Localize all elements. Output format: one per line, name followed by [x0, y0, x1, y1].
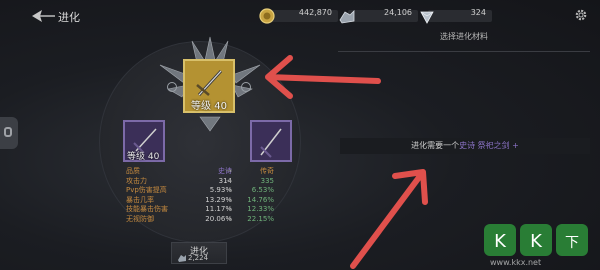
left-socket-icon — [167, 82, 177, 92]
side-drawer-tab[interactable] — [0, 117, 18, 149]
back-arrow-icon[interactable] — [30, 8, 56, 24]
stat-arrow: → — [226, 176, 232, 185]
ore-icon — [178, 255, 186, 262]
current-item-card[interactable]: 等级 40 — [123, 120, 165, 162]
stat-name: 攻击力 — [126, 176, 147, 185]
stat-row: 无视防御 20.06% → 22.15% — [126, 215, 276, 225]
material-panel-header: 选择进化材料 — [440, 32, 488, 41]
evolve-button[interactable]: 进化 2,224 — [171, 242, 227, 264]
stat-name: 无视防御 — [126, 214, 154, 223]
main-item-level: 等级 40 — [191, 101, 227, 112]
crystal-icon — [420, 11, 434, 24]
stat-name: Pvp伤害提高 — [126, 186, 167, 195]
crystal-resource: 324 — [418, 7, 492, 25]
page-title: 进化 — [58, 11, 80, 24]
requirement-text: 进化需要一个史诗 祭祀之剑 + — [340, 138, 590, 154]
result-item-card — [250, 120, 292, 162]
stat-next: 6.53% — [251, 186, 274, 195]
red-arrow-annotation — [350, 169, 428, 269]
next-quality: 传奇 — [260, 167, 274, 175]
stat-name: 暴击几率 — [126, 195, 154, 204]
ore-resource: 24,106 — [338, 7, 418, 25]
stat-next: 22.15% — [247, 214, 274, 223]
watermark-url: www.kkx.net — [490, 258, 542, 267]
svg-text:K: K — [494, 231, 507, 252]
stat-arrow: → — [226, 195, 232, 204]
red-arrow-annotation — [265, 55, 381, 99]
right-socket-icon — [241, 82, 251, 92]
evolve-cost: 2,224 — [188, 254, 209, 262]
svg-text:下: 下 — [565, 235, 579, 251]
ore-value: 24,106 — [384, 8, 412, 17]
ore-icon — [339, 10, 355, 24]
stat-row: Pvp伤害提高 5.93% → 6.53% — [126, 186, 276, 196]
stats-table: 品质 史诗 → 传奇 攻击力 314 → 335 Pvp伤害提高 5.93% →… — [126, 167, 276, 225]
required-item-link[interactable]: 史诗 祭祀之剑 + — [459, 141, 519, 150]
stat-row: 技能暴击伤害 11.17% → 12.33% — [126, 205, 276, 215]
sword-icon — [196, 69, 223, 97]
quality-arrow: → — [226, 167, 232, 175]
requirement-prefix: 进化需要一个 — [411, 141, 460, 150]
stat-next: 14.76% — [247, 195, 274, 204]
gear-icon[interactable] — [574, 8, 588, 22]
stat-arrow: → — [226, 186, 232, 195]
stat-row: 暴击几率 13.29% → 14.76% — [126, 196, 276, 206]
stat-row: 攻击力 314 → 335 — [126, 177, 276, 187]
svg-text:K: K — [530, 231, 543, 252]
gold-resource: 442,870 — [258, 7, 338, 25]
evolution-screen: 进化 442,870 24,106 324 选择进化材料 进化需要一个史诗 祭祀… — [0, 0, 600, 270]
current-item-level: 等级 40 — [127, 152, 160, 162]
stat-arrow: → — [226, 205, 232, 214]
stat-next: 12.33% — [247, 205, 274, 214]
material-panel: 选择进化材料 — [338, 27, 590, 52]
gold-value: 442,870 — [298, 8, 332, 17]
sword-icon — [260, 128, 282, 158]
crystal-value: 324 — [470, 8, 486, 17]
main-item-card[interactable]: 等级 40 — [183, 59, 235, 113]
quality-label: 品质 — [126, 167, 140, 175]
gold-coin-icon — [259, 8, 275, 24]
stat-next: 335 — [260, 176, 274, 185]
stat-arrow: → — [226, 214, 232, 223]
quality-row: 品质 史诗 → 传奇 — [126, 167, 276, 177]
stat-name: 技能暴击伤害 — [126, 205, 168, 214]
drawer-icon — [4, 127, 12, 137]
